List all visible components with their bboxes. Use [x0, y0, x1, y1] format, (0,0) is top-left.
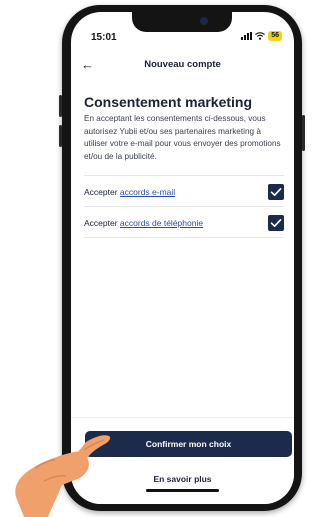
email-consent-checkbox[interactable]	[268, 184, 284, 200]
phone-notch	[132, 12, 232, 32]
consent-label: Accepter accords de téléphonie	[84, 218, 203, 228]
wifi-icon	[255, 32, 266, 40]
consent-description: En acceptant les consentements ci-dessou…	[84, 114, 281, 161]
phone-consent-link[interactable]: accords de téléphonie	[120, 218, 203, 228]
checkmark-icon	[270, 219, 282, 227]
battery-icon: 56	[268, 31, 282, 41]
email-consent-link[interactable]: accords e-mail	[120, 187, 175, 197]
home-indicator	[146, 489, 219, 492]
consent-row-email: Accepter accords e-mail	[84, 184, 284, 202]
divider	[84, 206, 284, 207]
status-time: 15:01	[91, 32, 117, 43]
camera-icon	[200, 17, 208, 25]
signal-icon	[241, 32, 253, 40]
phone-consent-checkbox[interactable]	[268, 215, 284, 231]
status-icons: 56	[241, 31, 282, 41]
consent-row-phone: Accepter accords de téléphonie	[84, 215, 284, 233]
divider	[84, 175, 284, 176]
phone-power-button	[302, 115, 305, 151]
nav-bar: ← Nouveau compte	[71, 58, 294, 78]
checkmark-icon	[270, 188, 282, 196]
consent-label: Accepter accords e-mail	[84, 187, 175, 197]
page-title: Nouveau compte	[144, 59, 221, 70]
phone-volume-button	[59, 125, 62, 147]
pointing-hand-icon	[15, 435, 111, 517]
divider	[84, 237, 284, 238]
section-heading: Consentement marketing	[84, 94, 253, 110]
consent-prefix: Accepter	[84, 187, 120, 197]
consent-prefix: Accepter	[84, 218, 120, 228]
phone-volume-button	[59, 95, 62, 117]
